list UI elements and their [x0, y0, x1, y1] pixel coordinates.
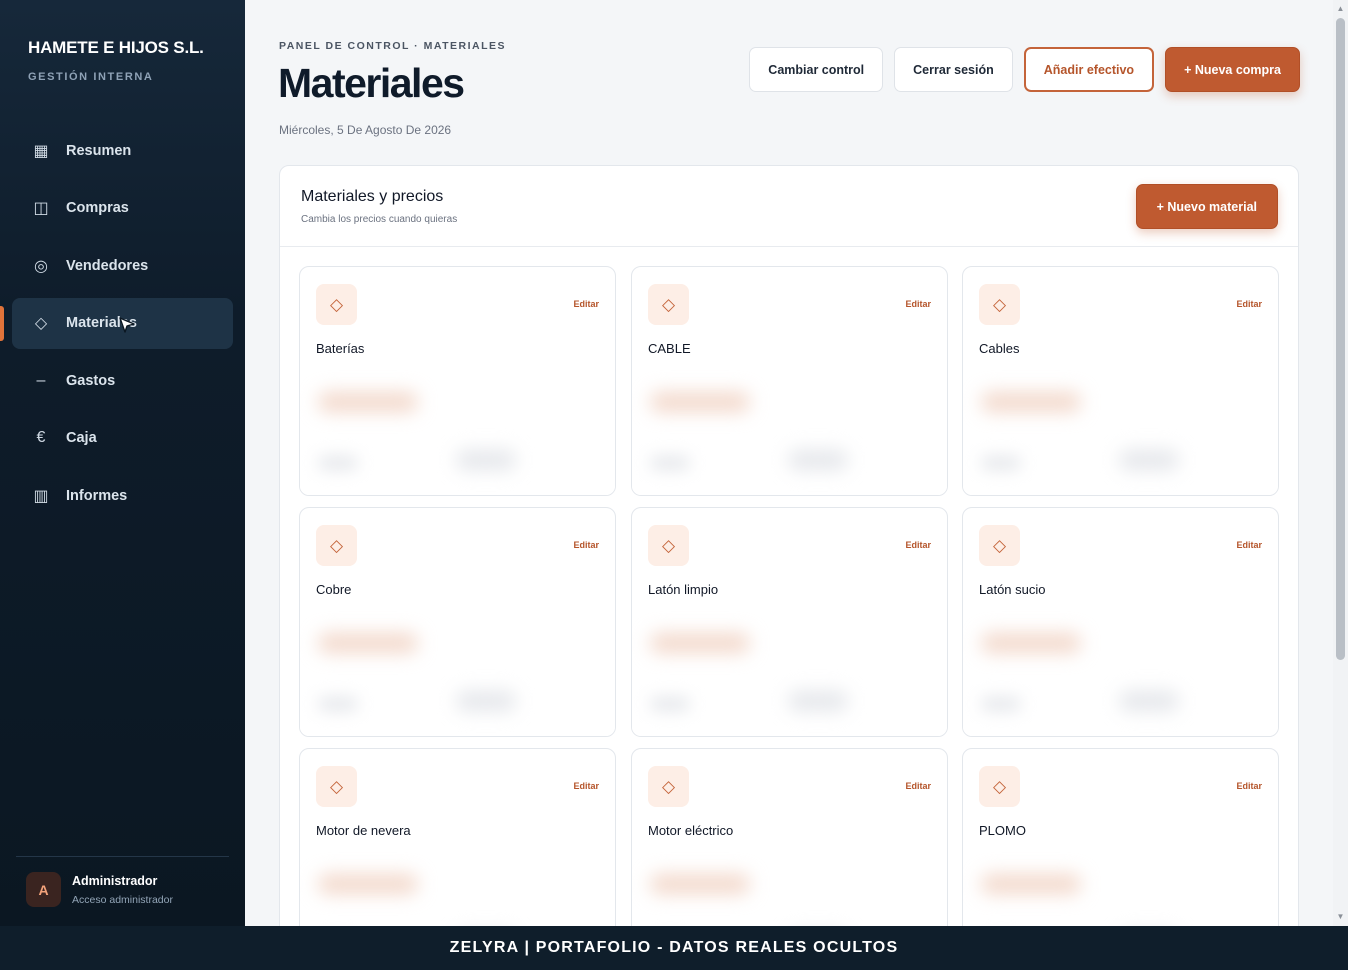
edit-button[interactable]: Editar [905, 781, 931, 791]
sidebar-item-label: Compras [66, 200, 129, 216]
material-card[interactable]: ◇ Editar Latón sucio [962, 507, 1279, 737]
hidden-data-blur [632, 854, 947, 926]
hidden-data-blur [963, 854, 1278, 926]
diamond-icon: ◇ [648, 284, 689, 325]
material-card[interactable]: ◇ Editar Cobre [299, 507, 616, 737]
sidebar: HAMETE E HIJOS S.L. GESTIÓN INTERNA ▦ Re… [0, 0, 245, 926]
sidebar-item-label: Informes [66, 487, 128, 504]
grid-icon: ▦ [33, 142, 49, 160]
bar-chart-icon: ▥ [33, 487, 49, 505]
brand-subtitle: GESTIÓN INTERNA [28, 71, 154, 83]
material-card[interactable]: ◇ Editar CABLE [631, 266, 948, 496]
sidebar-item-gastos[interactable]: – Gastos [12, 355, 233, 406]
edit-button[interactable]: Editar [1236, 299, 1262, 309]
header-actions: Cambiar control Cerrar sesión Añadir efe… [749, 47, 1300, 92]
new-material-button[interactable]: + Nuevo material [1135, 184, 1278, 229]
user-name: Administrador [72, 873, 158, 888]
edit-button[interactable]: Editar [573, 299, 599, 309]
hidden-data-blur [963, 372, 1278, 495]
material-name: PLOMO [979, 823, 1026, 838]
hidden-data-blur [300, 613, 615, 736]
edit-button[interactable]: Editar [905, 299, 931, 309]
mouse-cursor-icon [119, 317, 135, 333]
avatar: A [26, 872, 61, 907]
material-name: Latón limpio [648, 582, 719, 597]
scrollbar-thumb[interactable] [1336, 18, 1345, 660]
diamond-icon: ◇ [34, 315, 48, 332]
panel-subtitle: Cambia los precios cuando quieras [301, 214, 458, 225]
diamond-icon: ◇ [979, 766, 1020, 807]
material-card[interactable]: ◇ Editar Latón limpio [631, 507, 948, 737]
new-purchase-button[interactable]: + Nueva compra [1165, 47, 1300, 92]
scroll-down-icon[interactable]: ▼ [1336, 912, 1345, 922]
scroll-up-icon[interactable]: ▲ [1336, 4, 1345, 14]
sidebar-item-caja[interactable]: € Caja [12, 413, 233, 464]
diamond-icon: ◇ [648, 525, 689, 566]
material-name: Latón sucio [979, 582, 1046, 597]
sidebar-divider [16, 856, 229, 857]
edit-button[interactable]: Editar [573, 781, 599, 791]
panel-header: Materiales y precios Cambia los precios … [280, 166, 1298, 247]
materials-panel: Materiales y precios Cambia los precios … [279, 165, 1299, 926]
brand: HAMETE E HIJOS S.L. GESTIÓN INTERNA [28, 38, 204, 83]
edit-button[interactable]: Editar [1236, 781, 1262, 791]
user-card[interactable]: A Administrador Acceso administrador [26, 872, 173, 907]
diamond-icon: ◇ [648, 766, 689, 807]
diamond-icon: ◇ [979, 284, 1020, 325]
material-name: Cables [979, 341, 1020, 356]
switch-control-button[interactable]: Cambiar control [749, 47, 884, 92]
page-date: Miércoles, 5 De Agosto De 2026 [279, 123, 452, 137]
sidebar-item-label: Vendedores [66, 257, 149, 274]
material-name: CABLE [648, 341, 691, 356]
hidden-data-blur [300, 372, 615, 495]
material-card[interactable]: ◇ Editar Motor eléctrico [631, 748, 948, 926]
brand-name: HAMETE E HIJOS S.L. [28, 38, 204, 57]
material-name: Cobre [316, 582, 352, 597]
sidebar-item-label: Resumen [66, 142, 132, 159]
diamond-icon: ◇ [316, 766, 357, 807]
material-card[interactable]: ◇ Editar Cables [962, 266, 1279, 496]
target-icon: ◎ [34, 257, 48, 275]
material-name: Motor de nevera [316, 823, 411, 838]
edit-button[interactable]: Editar [573, 540, 599, 550]
sidebar-item-label: Gastos [66, 372, 116, 389]
sidebar-item-vendedores[interactable]: ◎ Vendedores [12, 240, 233, 291]
diamond-icon: ◇ [316, 284, 357, 325]
sidebar-item-label: Caja [66, 430, 97, 446]
material-card[interactable]: ◇ Editar Baterías [299, 266, 616, 496]
material-card[interactable]: ◇ Editar PLOMO [962, 748, 1279, 926]
breadcrumb: PANEL DE CONTROL · MATERIALES [279, 40, 507, 52]
footer-banner: ZELYRA | PORTAFOLIO - DATOS REALES OCULT… [0, 926, 1348, 970]
edit-button[interactable]: Editar [905, 540, 931, 550]
sidebar-item-compras[interactable]: ◫ Compras [12, 183, 233, 234]
hidden-data-blur [632, 613, 947, 736]
sidebar-item-resumen[interactable]: ▦ Resumen [12, 125, 233, 176]
logout-button[interactable]: Cerrar sesión [894, 47, 1013, 92]
hidden-data-blur [963, 613, 1278, 736]
main-content: PANEL DE CONTROL · MATERIALES Materiales… [245, 0, 1333, 926]
edit-button[interactable]: Editar [1236, 540, 1262, 550]
diamond-icon: ◇ [316, 525, 357, 566]
diamond-icon: ◇ [979, 525, 1020, 566]
hidden-data-blur [632, 372, 947, 495]
material-name: Baterías [316, 341, 365, 356]
panel-title: Materiales y precios [301, 188, 444, 205]
columns-icon: ◫ [33, 200, 49, 217]
material-name: Motor eléctrico [648, 823, 734, 838]
scrollbar[interactable]: ▲ ▼ [1333, 0, 1348, 926]
hidden-data-blur [300, 854, 615, 926]
sidebar-item-informes[interactable]: ▥ Informes [12, 470, 233, 521]
euro-icon: € [36, 429, 46, 446]
user-role: Acceso administrador [72, 893, 173, 906]
page-title: Materiales [278, 60, 465, 106]
minus-icon: – [36, 371, 46, 389]
material-card[interactable]: ◇ Editar Motor de nevera [299, 748, 616, 926]
add-cash-button[interactable]: Añadir efectivo [1023, 47, 1155, 92]
